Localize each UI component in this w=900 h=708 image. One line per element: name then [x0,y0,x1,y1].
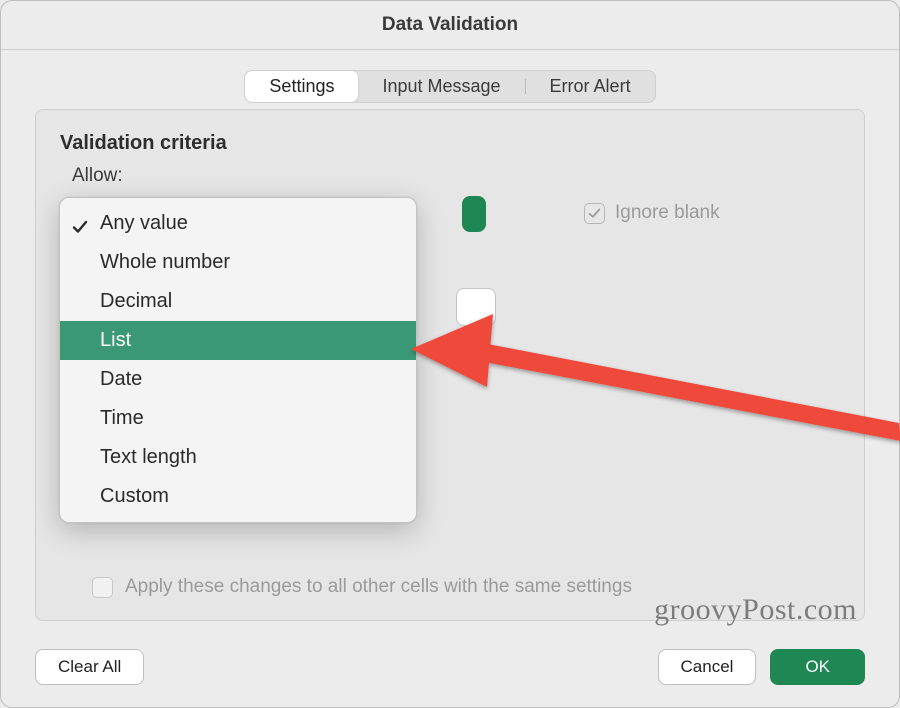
check-icon [72,216,88,232]
data-validation-dialog: Data Validation Settings Input Message E… [0,0,900,708]
dropdown-item-label: List [100,329,131,351]
dropdown-item-label: Text length [100,446,197,468]
apply-changes-checkbox[interactable] [92,577,113,598]
dropdown-item-text-length[interactable]: Text length [60,438,416,477]
ignore-blank-label: Ignore blank [615,202,720,224]
allow-dropdown-menu[interactable]: Any value Whole number Decimal List Date… [59,197,417,523]
ignore-blank-row: Ignore blank [584,202,720,224]
tab-group: Settings Input Message Error Alert [244,70,655,103]
dialog-tabs: Settings Input Message Error Alert [1,70,899,103]
dropdown-item-custom[interactable]: Custom [60,477,416,516]
tab-error-alert[interactable]: Error Alert [526,71,655,102]
dropdown-item-label: Any value [100,212,188,234]
dropdown-item-date[interactable]: Date [60,360,416,399]
check-icon [588,207,601,220]
apply-changes-label: Apply these changes to all other cells w… [125,576,632,598]
dropdown-item-label: Time [100,407,144,429]
dropdown-item-whole-number[interactable]: Whole number [60,243,416,282]
apply-changes-row: Apply these changes to all other cells w… [92,576,632,598]
watermark-text: groovyPost.com [654,593,857,627]
ignore-blank-checkbox[interactable] [584,203,605,224]
ok-button[interactable]: OK [770,649,865,685]
dropdown-item-label: Decimal [100,290,172,312]
dialog-button-row: Clear All Cancel OK [35,649,865,685]
tab-input-message[interactable]: Input Message [358,71,524,102]
dialog-title: Data Validation [1,1,899,50]
allow-select-button-edge[interactable] [462,196,486,232]
clear-all-button[interactable]: Clear All [35,649,144,685]
tab-settings[interactable]: Settings [245,71,358,102]
dropdown-item-any-value[interactable]: Any value [60,204,416,243]
dropdown-item-decimal[interactable]: Decimal [60,282,416,321]
dropdown-item-time[interactable]: Time [60,399,416,438]
allow-label: Allow: [72,165,864,187]
dropdown-item-label: Date [100,368,142,390]
dropdown-item-label: Custom [100,485,169,507]
dropdown-item-list[interactable]: List [60,321,416,360]
data-select-edge[interactable] [456,288,496,326]
dropdown-item-label: Whole number [100,251,230,273]
validation-criteria-heading: Validation criteria [60,132,840,155]
cancel-button[interactable]: Cancel [658,649,757,685]
